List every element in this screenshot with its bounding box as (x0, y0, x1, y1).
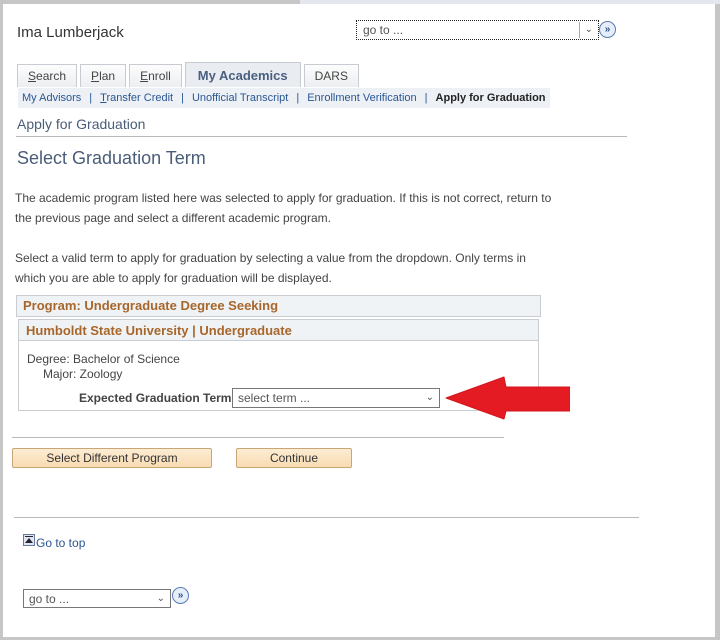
continue-button[interactable]: Continue (236, 448, 352, 468)
tab-enroll[interactable]: Enroll (129, 64, 182, 87)
tab-dars[interactable]: DARS (303, 64, 359, 87)
page-subtitle: Apply for Graduation (17, 116, 146, 132)
expected-graduation-term-select[interactable]: select term ... ⌄ (232, 388, 440, 408)
expected-graduation-term-label: Expected Graduation Term (79, 391, 232, 405)
double-chevron-right-icon[interactable]: » (599, 21, 616, 38)
tab-bar: Search Plan Enroll My Academics DARS (17, 62, 359, 87)
chevron-down-icon: ⌄ (156, 593, 165, 604)
degree-text: Degree: Bachelor of Science (27, 352, 180, 366)
goto-select-top[interactable]: go to ... ⌄ (356, 20, 599, 40)
institution-header: Humboldt State University | Undergraduat… (19, 319, 538, 341)
subnav-unofficial-transcript[interactable]: Unofficial Transcript (192, 92, 288, 104)
user-name: Ima Lumberjack (17, 24, 124, 41)
go-to-top-link[interactable]: Go to top (23, 534, 86, 550)
program-header: Program: Undergraduate Degree Seeking (16, 295, 541, 317)
divider (12, 437, 504, 438)
subnav-enrollment-verification[interactable]: Enrollment Verification (307, 92, 416, 104)
double-chevron-right-icon[interactable]: » (172, 587, 189, 604)
go-to-top-label: Go to top (36, 536, 86, 550)
select-divider (579, 22, 580, 38)
subnav-separator: | (181, 92, 184, 104)
tab-search[interactable]: Search (17, 64, 78, 87)
subnav-my-advisors[interactable]: My Advisors (22, 92, 81, 104)
divider (16, 136, 627, 137)
subnav-transfer-credit[interactable]: Transfer Credit (100, 92, 173, 104)
red-arrow-annotation (445, 376, 570, 420)
term-select-value: select term ... (238, 391, 311, 405)
chevron-down-icon: ⌄ (584, 24, 593, 35)
chevron-down-icon: ⌄ (425, 392, 434, 403)
tab-plan[interactable]: Plan (80, 64, 127, 87)
divider (14, 517, 639, 518)
page: Ima Lumberjack go to ... ⌄ » Search Plan… (3, 4, 715, 637)
subnav-separator: | (296, 92, 300, 104)
goto-select-bottom[interactable]: go to ... ⌄ (23, 589, 171, 608)
go-to-top-icon (23, 534, 35, 546)
goto-select-value: go to ... (363, 23, 404, 37)
subnav-apply-for-graduation: Apply for Graduation (435, 92, 546, 104)
subnav-separator: | (89, 92, 93, 104)
goto-select-value: go to ... (29, 592, 70, 606)
tab-my-academics[interactable]: My Academics (184, 62, 301, 87)
sub-navigation: My Advisors | Transfer Credit | Unoffici… (18, 88, 550, 108)
subnav-separator: | (424, 92, 428, 104)
select-different-program-button[interactable]: Select Different Program (12, 448, 212, 468)
instructions-term: Select a valid term to apply for graduat… (15, 251, 526, 285)
arrow-shape (445, 376, 570, 420)
instructions-program: The academic program listed here was sel… (15, 191, 552, 225)
major-text: Major: Zoology (43, 367, 123, 381)
page-title: Select Graduation Term (17, 148, 206, 168)
